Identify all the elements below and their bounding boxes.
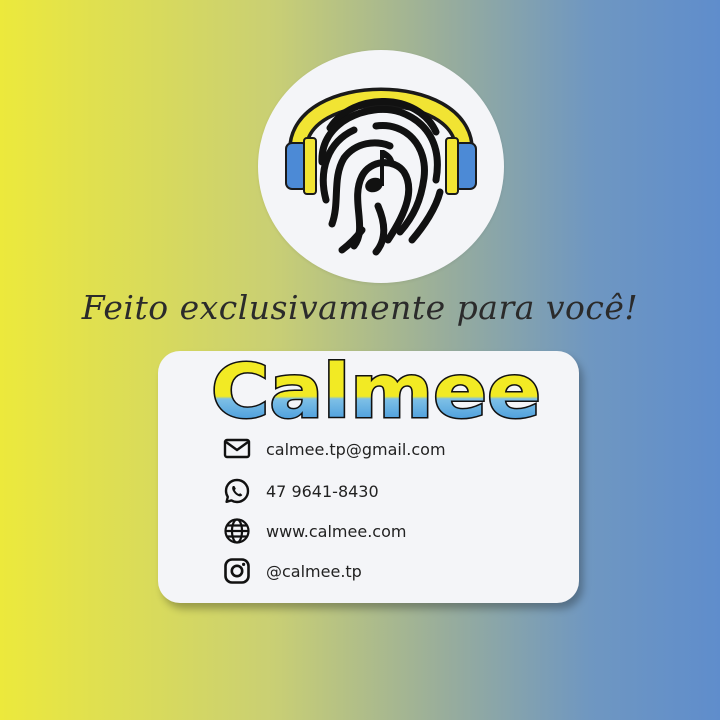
instagram-icon — [224, 558, 250, 584]
brand-name: Calmee — [211, 357, 541, 427]
mail-icon — [223, 438, 251, 459]
contact-instagram-text: @calmee.tp — [266, 561, 362, 581]
contact-website-text: www.calmee.com — [266, 521, 407, 541]
contact-instagram[interactable]: @calmee.tp — [222, 556, 362, 586]
logo-circle — [258, 50, 504, 283]
contact-website[interactable]: www.calmee.com — [222, 516, 406, 546]
contact-phone-text: 47 9641-8430 — [266, 481, 379, 501]
whatsapp-icon — [224, 478, 250, 504]
contact-email-text: calmee.tp@gmail.com — [266, 439, 446, 459]
brand-wordmark: Calmee — [210, 357, 543, 427]
fingerprint-headphones-logo-icon — [285, 87, 477, 256]
contact-whatsapp[interactable]: 47 9641-8430 — [222, 476, 379, 506]
tagline: Feito exclusivamente para você! — [81, 288, 639, 327]
contact-card: Calmee calmee.tp@gmail.com 47 9641-8430 … — [158, 351, 579, 603]
globe-icon — [224, 518, 250, 544]
contact-email[interactable]: calmee.tp@gmail.com — [222, 434, 446, 464]
